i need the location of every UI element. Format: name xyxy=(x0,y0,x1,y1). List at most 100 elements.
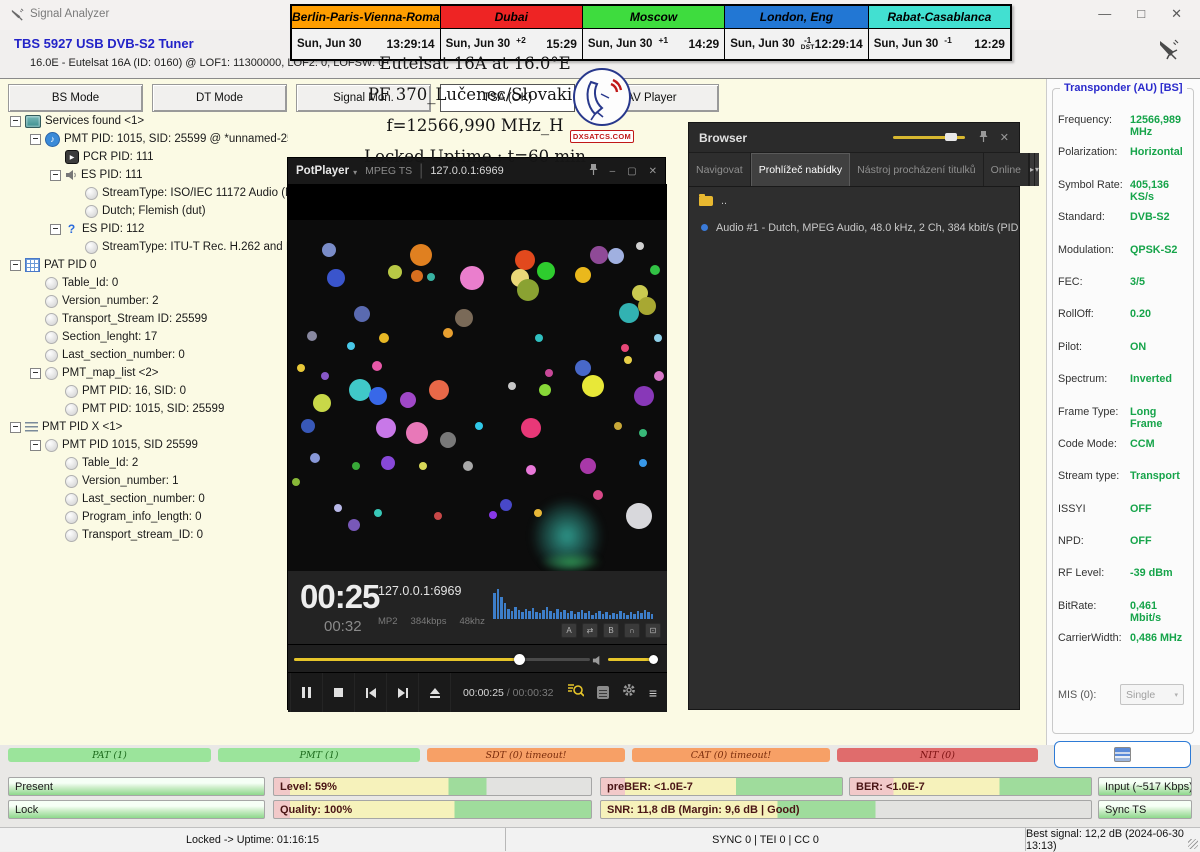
video-bokeh-dot xyxy=(349,379,371,401)
transponder-row: Symbol Rate:405,136 KS/s xyxy=(1058,179,1190,211)
player-maximize-icon[interactable]: ▢ xyxy=(627,166,636,177)
potplayer-app-name[interactable]: PotPlayer xyxy=(296,165,349,177)
video-bokeh-dot xyxy=(638,297,656,315)
transponder-value: 0,461 Mbit/s xyxy=(1130,600,1190,624)
tree-expander-icon[interactable] xyxy=(50,224,61,235)
tree-item[interactable]: PMT PID: 1015, SID: 25599 xyxy=(6,400,288,418)
clock-time-row: Sun, Jun 30-1DST12:29:14 xyxy=(725,29,868,59)
previous-button[interactable] xyxy=(355,673,387,712)
player-mini-button-4[interactable]: ∩ xyxy=(624,623,640,638)
tree-item[interactable]: Services found <1> xyxy=(6,112,288,130)
next-button[interactable] xyxy=(387,673,419,712)
volume-bar[interactable] xyxy=(608,658,656,661)
tab-signal-mon-[interactable]: Signal Mon. xyxy=(296,84,431,112)
player-mini-button-5[interactable]: ⊡ xyxy=(645,623,661,638)
folder-up-label: .. xyxy=(721,195,727,207)
clock-time: 12:29:14 xyxy=(815,37,863,51)
tree-item[interactable]: ES PID: 111 xyxy=(6,166,288,184)
player-mini-button-2[interactable]: ⇄ xyxy=(582,623,598,638)
tree-item[interactable]: ?ES PID: 112 xyxy=(6,220,288,238)
playlist-icon[interactable] xyxy=(597,686,609,699)
browser-pin-icon[interactable] xyxy=(979,131,988,145)
search-playlist-icon[interactable] xyxy=(568,684,584,702)
chevron-down-icon[interactable]: ▾ xyxy=(353,168,357,177)
tree-item[interactable]: PMT PID: 16, SID: 0 xyxy=(6,382,288,400)
tree-expander-icon[interactable] xyxy=(30,134,41,145)
seek-bar[interactable] xyxy=(294,658,590,661)
tree-item[interactable]: Dutch; Flemish (dut) xyxy=(6,202,288,220)
tree-item[interactable]: Table_Id: 2 xyxy=(6,454,288,472)
tree-item[interactable]: Transport_stream_ID: 0 xyxy=(6,526,288,544)
spectrum-bar xyxy=(553,613,556,619)
clock-time-row: Sun, Jun 30-112:29 xyxy=(869,29,1010,59)
preber-label: preBER: <1.0E-7 xyxy=(607,781,693,793)
buffer-status-button[interactable] xyxy=(1054,741,1191,768)
tree-expander-icon[interactable] xyxy=(10,260,21,271)
close-button[interactable]: ✕ xyxy=(1171,6,1182,22)
tree-expander-icon[interactable] xyxy=(10,422,21,433)
browser-tab-prohl-e-nab-dky[interactable]: Prohlížeč nabídky xyxy=(751,153,850,186)
tab-dt-mode[interactable]: DT Mode xyxy=(152,84,287,112)
player-close-icon[interactable]: ✕ xyxy=(649,166,657,177)
player-minimize-icon[interactable]: – xyxy=(610,166,616,177)
folder-up-item[interactable]: .. xyxy=(689,187,1019,214)
maximize-button[interactable]: □ xyxy=(1137,6,1145,22)
tree-expander-icon[interactable] xyxy=(10,116,21,127)
tree-item[interactable]: Last_section_number: 0 xyxy=(6,490,288,508)
tree-item[interactable]: Last_section_number: 0 xyxy=(6,346,288,364)
tree-item[interactable]: StreamType: ITU-T Rec. H.262 and ISO/IEC… xyxy=(6,238,288,256)
satellite-dish-icon xyxy=(1156,36,1182,67)
clock-date: Sun, Jun 30 xyxy=(297,38,362,50)
transponder-row: BitRate:0,461 Mbit/s xyxy=(1058,600,1190,632)
tree-item[interactable]: Table_Id: 0 xyxy=(6,274,288,292)
video-bokeh-dot xyxy=(535,334,543,342)
tree-item[interactable]: Version_number: 2 xyxy=(6,292,288,310)
resize-grip[interactable] xyxy=(1188,839,1198,849)
spectrum-bar xyxy=(612,613,615,619)
audio-track-item[interactable]: Audio #1 - Dutch, MPEG Audio, 48.0 kHz, … xyxy=(689,214,1019,241)
statusbar-lock-uptime: Locked -> Uptime: 01:16:15 xyxy=(0,828,506,851)
tree-expander-icon[interactable] xyxy=(30,440,41,451)
browser-tab-online[interactable]: Online xyxy=(984,153,1029,186)
player-mini-button-1[interactable]: A xyxy=(561,623,577,638)
volume-icon[interactable] xyxy=(592,653,603,671)
seek-handle[interactable] xyxy=(514,654,525,665)
video-bokeh-dot xyxy=(369,387,387,405)
volume-handle[interactable] xyxy=(649,655,658,664)
menu-icon[interactable]: ≡ xyxy=(649,685,657,701)
tree-item[interactable]: PAT PID 0 xyxy=(6,256,288,274)
mis-select[interactable]: Single ▾ xyxy=(1120,684,1184,705)
minimize-button[interactable]: — xyxy=(1098,6,1111,22)
tree-expander-icon[interactable] xyxy=(30,368,41,379)
tree-item[interactable]: ▶PCR PID: 111 xyxy=(6,148,288,166)
eject-button[interactable] xyxy=(419,673,451,712)
pause-button[interactable] xyxy=(290,673,323,712)
tab-bs-mode[interactable]: BS Mode xyxy=(8,84,143,112)
tab-tsa-ok-[interactable]: TSA (OK) xyxy=(440,84,575,112)
tree-item[interactable]: PMT PID 1015, SID 25599 xyxy=(6,436,288,454)
tree-expander-icon[interactable] xyxy=(50,170,61,181)
tree-item[interactable]: Program_info_length: 0 xyxy=(6,508,288,526)
transponder-label: NPD: xyxy=(1058,535,1130,547)
stop-button[interactable] xyxy=(323,673,355,712)
browser-close-icon[interactable]: ✕ xyxy=(1000,131,1009,144)
tree-item[interactable]: ♪PMT PID: 1015, SID: 25599 @ *unnamed-25… xyxy=(6,130,288,148)
video-bokeh-dot xyxy=(515,250,535,270)
tree-item[interactable]: Version_number: 1 xyxy=(6,472,288,490)
settings-gear-icon[interactable] xyxy=(622,683,636,702)
tab-list-dropdown-icon[interactable]: ▾ xyxy=(1034,153,1039,186)
samplerate-label: 48khz xyxy=(459,616,484,627)
tree-item[interactable]: Section_lenght: 17 xyxy=(6,328,288,346)
tree-item[interactable]: Transport_Stream ID: 25599 xyxy=(6,310,288,328)
opacity-slider-handle[interactable] xyxy=(945,133,957,141)
browser-tab-navigovat[interactable]: Navigovat xyxy=(689,153,751,186)
clock-column-2: DubaiSun, Jun 30+215:29 xyxy=(441,6,583,59)
tree-item[interactable]: PMT_map_list <2> xyxy=(6,364,288,382)
browser-tab-n-stroj-proch-zen-titulk-[interactable]: Nástroj procházení titulků xyxy=(850,153,983,186)
tree-item[interactable]: PMT PID X <1> xyxy=(6,418,288,436)
tree-item[interactable]: StreamType: ISO/IEC 11172 Audio (MPEG-1)… xyxy=(6,184,288,202)
pin-icon[interactable] xyxy=(589,164,598,178)
opacity-slider[interactable] xyxy=(893,136,965,139)
player-mini-button-3[interactable]: B xyxy=(603,623,619,638)
video-area[interactable] xyxy=(288,184,667,571)
